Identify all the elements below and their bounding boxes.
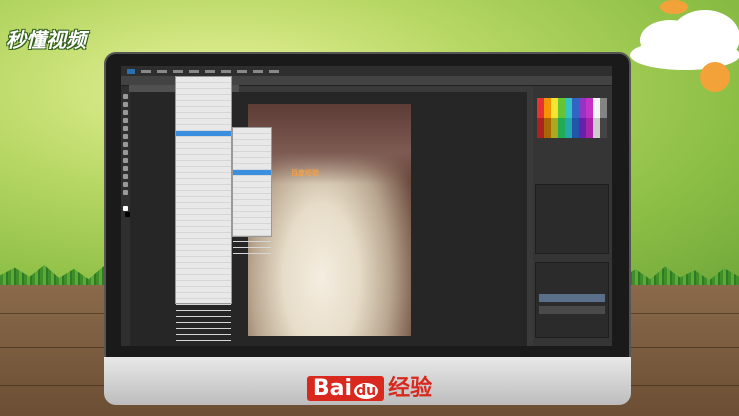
layer-row-background[interactable] (539, 306, 605, 314)
app-logo: 秒懂视频 (6, 28, 86, 52)
menu-item[interactable] (233, 248, 271, 254)
document-photo-shadow (248, 104, 411, 184)
menu-bar (121, 66, 612, 76)
zoom-tool-icon[interactable] (123, 190, 128, 195)
layer-row-selected[interactable] (539, 294, 605, 302)
baidu-logo-suffix: 经验 (388, 376, 433, 401)
lasso-tool-icon[interactable] (123, 110, 128, 115)
menu-item[interactable] (237, 69, 247, 73)
menu-item[interactable] (221, 69, 231, 73)
foreground-color-swatch[interactable] (123, 206, 128, 211)
crop-tool-icon[interactable] (123, 118, 128, 123)
brush-tool-icon[interactable] (123, 134, 128, 139)
pen-tool-icon[interactable] (123, 166, 128, 171)
orange-decoration (700, 62, 730, 92)
layer-menu-dropdown (175, 76, 232, 341)
swatches-panel-row[interactable] (537, 118, 607, 138)
menu-item[interactable] (269, 69, 279, 73)
stamp-tool-icon[interactable] (123, 142, 128, 147)
menu-item[interactable] (176, 335, 231, 341)
menu-item[interactable] (173, 69, 183, 73)
hand-tool-icon[interactable] (123, 182, 128, 187)
move-tool-icon[interactable] (123, 94, 128, 99)
menu-item[interactable] (205, 69, 215, 73)
text-tool-icon[interactable] (123, 174, 128, 179)
baidu-logo-du: du (354, 383, 379, 399)
baidu-logo: Bai du 经验 (0, 370, 739, 402)
gradient-tool-icon[interactable] (123, 158, 128, 163)
menu-item[interactable] (189, 69, 199, 73)
menu-item[interactable] (157, 69, 167, 73)
eyedropper-tool-icon[interactable] (123, 126, 128, 131)
photoshop-window: 百度经验 (121, 66, 612, 346)
eraser-tool-icon[interactable] (123, 150, 128, 155)
menu-item[interactable] (253, 69, 263, 73)
orange-decoration (660, 0, 688, 14)
menu-item[interactable] (141, 69, 151, 73)
baidu-logo-bai: Bai (312, 376, 353, 401)
menu-item[interactable] (127, 68, 135, 74)
watermark-text: 百度经验 (291, 169, 319, 177)
properties-panel (535, 184, 609, 254)
new-adjustment-layer-submenu (232, 127, 272, 254)
toolbox (121, 86, 130, 346)
marquee-tool-icon[interactable] (123, 102, 128, 107)
